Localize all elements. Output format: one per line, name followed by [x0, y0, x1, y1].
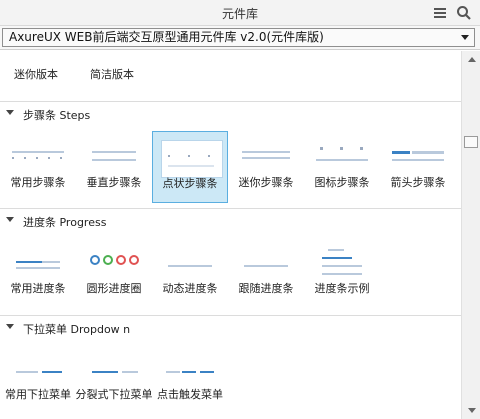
section-title: 步骤条 Steps [23, 109, 91, 122]
progress-thumbnail [8, 245, 68, 281]
widget-label: 点击触发菜单 [157, 388, 223, 401]
widget-label: 图标步骤条 [314, 176, 370, 189]
section-divider [0, 208, 461, 209]
library-select[interactable]: AxureUX WEB前后端交互原型通用元件库 v2.0(元件库版) [2, 28, 475, 47]
progress-circle-thumbnail [84, 245, 144, 281]
chevron-down-icon[interactable] [6, 217, 14, 222]
dropdown-split-thumbnail [84, 351, 144, 387]
widget-dropdown-common[interactable]: 常用下拉菜单 [0, 343, 76, 415]
widget-dropdown-click[interactable]: 点击触发菜单 [152, 343, 228, 415]
scroll-down-arrow-icon[interactable] [468, 408, 476, 413]
widget-label: 分裂式下拉菜单 [75, 388, 153, 401]
progress-follow-thumbnail [236, 245, 296, 281]
progress-dynamic-thumbnail [160, 245, 220, 281]
steps-arrow-thumbnail [388, 139, 448, 175]
vertical-scrollbar[interactable] [461, 51, 480, 419]
section-title: 进度条 Progress [23, 216, 107, 229]
steps-dotted-thumbnail [161, 140, 223, 178]
widget-label: 跟随进度条 [238, 282, 294, 295]
widget-steps-dotted[interactable]: 点状步骤条 [152, 131, 228, 203]
widget-label: 进度条示例 [314, 282, 370, 295]
widget-dropdown-split[interactable]: 分裂式下拉菜单 [76, 343, 153, 415]
widget-label: 常用进度条 [10, 282, 66, 295]
widget-label: 动态进度条 [162, 282, 218, 295]
legacy-item-simple[interactable]: 简洁版本 [90, 66, 134, 82]
widget-label: 垂直步骤条 [86, 176, 142, 189]
section-divider [0, 101, 461, 102]
dropdown-thumbnail [8, 351, 68, 387]
progress-example-thumbnail [312, 245, 372, 281]
widget-steps-mini[interactable]: 迷你步骤条 [228, 131, 304, 203]
chevron-down-icon[interactable] [6, 110, 14, 115]
title-bar: 元件库 [0, 0, 480, 26]
widget-label: 常用步骤条 [10, 176, 66, 189]
scrollbar-thumb[interactable] [464, 136, 478, 148]
widget-progress-example[interactable]: 进度条示例 [304, 237, 380, 309]
widget-progress-common[interactable]: 常用进度条 [0, 237, 76, 309]
panel-title: 元件库 [221, 7, 258, 21]
library-select-value: AxureUX WEB前后端交互原型通用元件库 v2.0(元件库版) [9, 30, 324, 44]
scroll-up-arrow-icon[interactable] [468, 57, 476, 62]
widget-progress-circle[interactable]: 圆形进度圈 [76, 237, 152, 309]
widget-label: 箭头步骤条 [390, 176, 446, 189]
legacy-item-mini[interactable]: 迷你版本 [14, 66, 58, 82]
widget-label: 常用下拉菜单 [5, 388, 71, 401]
library-select-row: AxureUX WEB前后端交互原型通用元件库 v2.0(元件库版) [0, 26, 480, 50]
chevron-down-icon[interactable] [461, 35, 469, 40]
dropdown-click-thumbnail [160, 351, 220, 387]
widget-progress-follow[interactable]: 跟随进度条 [228, 237, 304, 309]
search-icon[interactable] [456, 5, 472, 21]
section-divider [0, 315, 461, 316]
section-title: 下拉菜单 Dropdow n [23, 323, 131, 336]
widget-label: 圆形进度圈 [86, 282, 142, 295]
steps-icon-thumbnail [312, 139, 372, 175]
steps-vertical-thumbnail [84, 139, 144, 175]
widget-progress-dynamic[interactable]: 动态进度条 [152, 237, 228, 309]
widget-list: 迷你版本 简洁版本 步骤条 Steps 常用步骤条 垂直步骤条 点状步骤条 迷你… [0, 51, 461, 419]
widget-label: 迷你步骤条 [238, 176, 294, 189]
steps-thumbnail [8, 139, 68, 175]
widget-steps-arrow[interactable]: 箭头步骤条 [380, 131, 456, 203]
widget-label: 点状步骤条 [162, 177, 218, 190]
widget-steps-icon[interactable]: 图标步骤条 [304, 131, 380, 203]
section-header-progress[interactable]: 进度条 Progress [0, 208, 461, 234]
chevron-down-icon[interactable] [6, 324, 14, 329]
section-header-dropdown[interactable]: 下拉菜单 Dropdow n [0, 315, 461, 341]
steps-mini-thumbnail [236, 139, 296, 175]
section-header-steps[interactable]: 步骤条 Steps [0, 101, 461, 127]
widget-steps-vertical[interactable]: 垂直步骤条 [76, 131, 152, 203]
hamburger-menu-icon[interactable] [432, 5, 448, 21]
widget-steps-common[interactable]: 常用步骤条 [0, 131, 76, 203]
